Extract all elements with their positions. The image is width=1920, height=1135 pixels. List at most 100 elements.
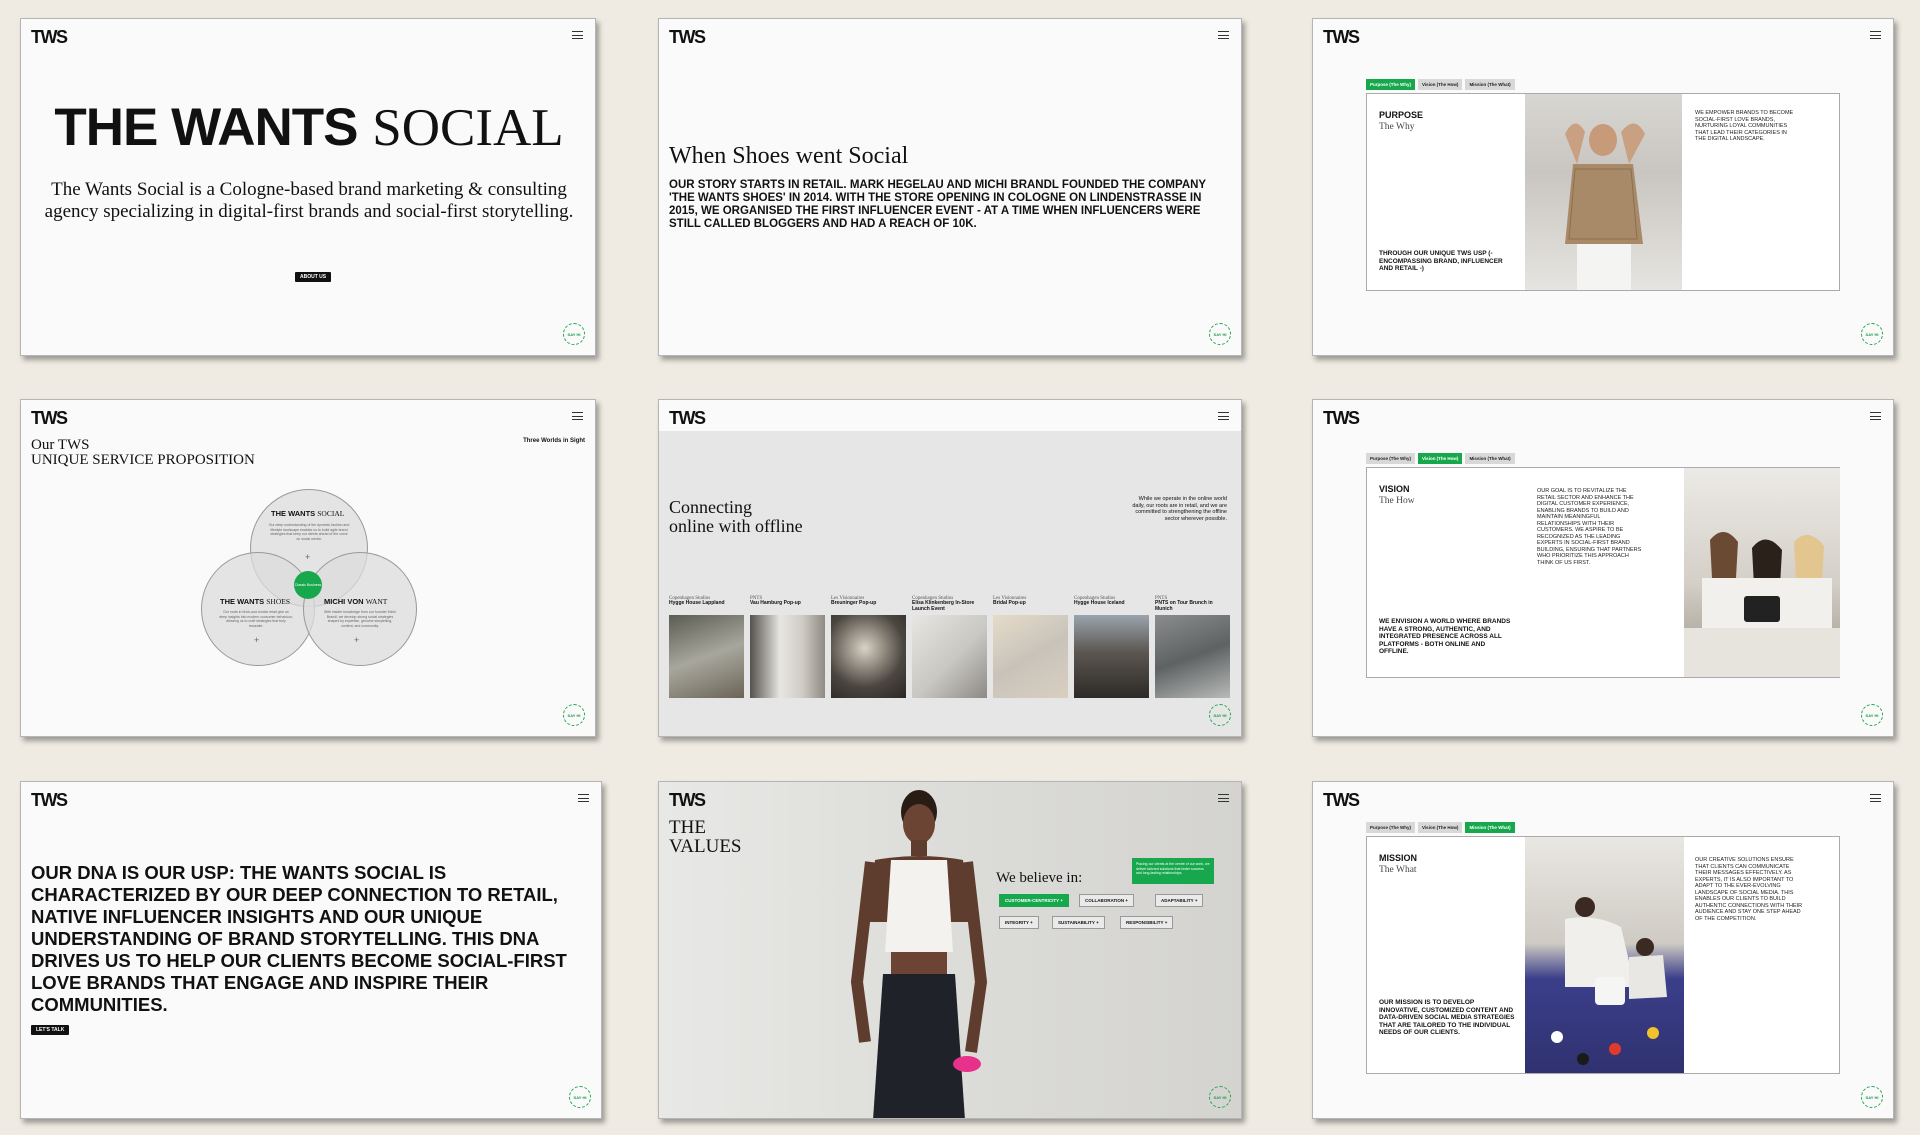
mission-panel: MISSION The What OUR MISSION IS TO DEVEL… [1366,836,1840,1074]
expand-plus-icon[interactable]: + [354,635,359,645]
hamburger-menu-icon[interactable] [572,412,583,420]
tab-vision[interactable]: Vision (The How) [1418,822,1463,833]
hamburger-menu-icon[interactable] [1870,31,1881,39]
launch-event-image [912,615,987,698]
hamburger-menu-icon[interactable] [1218,31,1229,39]
tws-logo[interactable]: TWS [1323,27,1360,48]
usp-heading-line1: Our TWS [31,437,90,453]
vision-panel: VISION The How WE ENVISION A WORLD WHERE… [1366,467,1840,678]
about-us-button[interactable]: ABOUT US [295,272,332,282]
tws-logo[interactable]: TWS [1323,408,1360,429]
panel-subheading: The Why [1379,122,1415,132]
model-portrait-image [850,790,988,1118]
value-pill-collaboration[interactable]: COLLABORATION + [1079,894,1135,907]
slide-dna: TWS OUR DNA IS OUR USP: THE WANTS SOCIAL… [20,781,602,1119]
tab-mission[interactable]: Mission (The What) [1465,453,1515,464]
say-hi-button[interactable]: SAY HI [1209,704,1231,726]
tws-logo[interactable]: TWS [669,790,706,811]
hamburger-menu-icon[interactable] [1870,412,1881,420]
value-pill-sustainability[interactable]: SUSTAINABILITY + [1052,916,1105,929]
believe-heading: We believe in: [996,870,1083,886]
tab-purpose[interactable]: Purpose (The Why) [1366,453,1416,464]
pill-label: RESPONSIBILITY [1126,920,1164,925]
hamburger-menu-icon[interactable] [1218,794,1229,802]
panel-right-text: WE EMPOWER BRANDS TO BECOME SOCIAL-FIRST… [1695,110,1794,142]
slide-story: TWS When Shoes went Social OUR STORY STA… [658,18,1242,356]
tws-logo[interactable]: TWS [31,408,68,429]
values-heading: THE VALUES [669,818,742,856]
say-hi-button[interactable]: SAY HI [1861,704,1883,726]
project-card[interactable]: Les Visionnaires Bridal Pop-up [993,596,1068,698]
project-title: Hygge House Lappland [669,600,725,606]
tws-logo[interactable]: TWS [669,408,706,429]
tab-vision[interactable]: Vision (The How) [1418,79,1463,90]
bridal-image [993,615,1068,698]
hamburger-menu-icon[interactable] [1218,412,1229,420]
value-pill-integrity[interactable]: INTEGRITY + [999,916,1039,929]
tab-mission[interactable]: Mission (The What) [1465,822,1515,833]
slide-values: TWS THE VALUES We believe in: Placing ou… [658,781,1242,1119]
tws-logo[interactable]: TWS [31,790,68,811]
project-card[interactable]: PNTS Vau Hamburg Pop-up [750,596,825,698]
circle-social-title-bold: THE WANTS [271,509,316,518]
slide-connecting: TWS Connecting online with offline While… [658,399,1242,737]
circle-michi-title-bold: MICHI VON [324,597,364,606]
project-title: PNTS on Tour Brunch in Munich [1155,600,1213,612]
value-pill-responsibility[interactable]: RESPONSIBILITY + [1120,916,1174,929]
value-pill-adaptability[interactable]: ADAPTABILITY + [1155,894,1204,907]
tab-vision[interactable]: Vision (The How) [1418,453,1463,464]
hamburger-menu-icon[interactable] [572,31,583,39]
project-card[interactable]: Copenhagen Studios Elisa Klinkenberg In-S… [912,596,987,698]
panel-heading: MISSION [1379,853,1418,863]
expand-plus-icon[interactable]: + [305,552,310,562]
project-thumbnails: Copenhagen Studios Hygge House Lappland P… [669,596,1230,698]
tws-logo[interactable]: TWS [669,27,706,48]
tab-purpose[interactable]: Purpose (The Why) [1366,79,1416,90]
project-title: Breuninger Pop-up [831,600,877,606]
values-heading-line2: VALUES [669,836,742,857]
project-card[interactable]: PNTS PNTS on Tour Brunch in Munich [1155,596,1230,698]
hamburger-menu-icon[interactable] [578,794,589,802]
circle-shoes-title-light: SHOES [266,597,291,606]
project-title: Hygge House Iceland [1074,600,1125,606]
project-card[interactable]: Copenhagen Studios Hygge House Iceland [1074,596,1149,698]
pill-label: SUSTAINABILITY [1058,920,1095,925]
say-hi-button[interactable]: SAY HI [569,1086,591,1108]
project-card[interactable]: Les Visionnaires Breuninger Pop-up [831,596,906,698]
tab-bar: Purpose (The Why) Vision (The How) Missi… [1366,453,1515,464]
dna-text: OUR DNA IS OUR USP: THE WANTS SOCIAL IS … [31,862,567,1015]
pill-label: CUSTOMER-CENTRICITY [1005,898,1060,903]
project-title: Bridal Pop-up [993,600,1026,606]
hamburger-menu-icon[interactable] [1870,794,1881,802]
say-hi-button[interactable]: SAY HI [563,704,585,726]
circle-shoes-title: THE WANTS SHOES [220,597,290,606]
usp-heading: Our TWS UNIQUE SERVICE PROPOSITION [31,438,255,468]
pill-label: COLLABORATION [1085,898,1125,903]
project-title: Elisa Klinkenberg In-Store Launch Event [912,600,975,612]
tab-mission[interactable]: Mission (The What) [1465,79,1515,90]
tws-logo[interactable]: TWS [31,27,68,48]
say-hi-button[interactable]: SAY HI [1861,323,1883,345]
values-heading-line1: THE [669,817,706,838]
usp-tagline: Three Worlds in Sight [523,438,585,444]
panel-subheading: The What [1379,865,1417,875]
say-hi-button[interactable]: SAY HI [1209,323,1231,345]
slide-hero: TWS THE WANTS SOCIAL The Wants Social is… [20,18,596,356]
lets-talk-button[interactable]: LET'S TALK [31,1025,70,1035]
tws-logo[interactable]: TWS [1323,790,1360,811]
panel-right-text: OUR CREATIVE SOLUTIONS ENSURE THAT CLIEN… [1695,857,1803,922]
venn-circle-shoes [201,552,315,666]
mission-photo [1525,837,1684,1073]
say-hi-button[interactable]: SAY HI [1861,1086,1883,1108]
pool-table-image [1551,897,1667,1065]
say-hi-button[interactable]: SAY HI [1209,1086,1231,1108]
street-image [1155,615,1230,698]
woman-knit-top-image [1565,123,1645,290]
say-hi-button[interactable]: SAY HI [563,323,585,345]
circle-social-title: THE WANTS SOCIAL [271,509,344,518]
story-heading: When Shoes went Social [669,143,909,169]
expand-plus-icon[interactable]: + [254,635,259,645]
project-card[interactable]: Copenhagen Studios Hygge House Lappland [669,596,744,698]
tab-purpose[interactable]: Purpose (The Why) [1366,822,1416,833]
value-pill-customer-centricity[interactable]: CUSTOMER-CENTRICITY + [999,894,1069,907]
